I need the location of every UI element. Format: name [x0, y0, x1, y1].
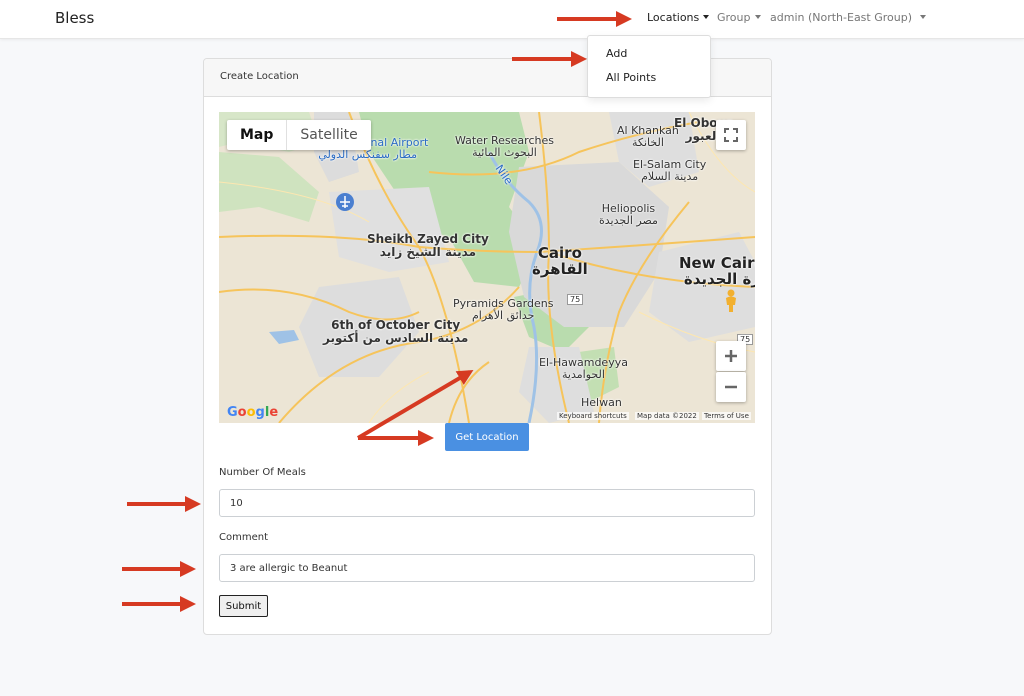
nav-locations[interactable]: Locations [647, 11, 710, 24]
map-type-control: Map Satellite [227, 120, 371, 150]
comment-input[interactable] [219, 554, 755, 582]
elsalam-label-ar: مدينة السلام [641, 170, 699, 183]
caret-down-icon [920, 15, 927, 19]
zoom-out-button[interactable] [716, 372, 746, 402]
sheikh-label-en: Sheikh Zayed City [367, 232, 489, 246]
map-footer: Keyboard shortcuts Map data ©2022 Terms … [219, 411, 755, 423]
water-label-ar: البحوث المائية [472, 146, 537, 159]
cairo-label-ar: القاهرة [532, 260, 588, 278]
sheikh-label-ar: مدينة الشيخ زايد [379, 245, 476, 259]
get-location-button[interactable]: Get Location [445, 423, 529, 451]
map-label-helwan: Helwan [581, 396, 622, 409]
terms-of-use-link[interactable]: Terms of Use [702, 412, 751, 420]
map-label-khankah: Al Khankah الخانكة [617, 125, 679, 149]
meals-label: Number Of Meals [219, 467, 306, 478]
nav-group[interactable]: Group [717, 11, 761, 24]
locations-dropdown-menu: Add All Points [587, 35, 711, 98]
fullscreen-button[interactable] [716, 120, 746, 150]
map-label-heliopolis: Heliopolis مصر الجديدة [599, 203, 658, 227]
map-label-cairo: Cairo القاهرة [532, 245, 588, 277]
map-label-hawamdeyya: El-Hawamdeyya الحوامدية [539, 357, 628, 381]
map-data-attribution: Map data ©2022 [635, 412, 699, 420]
zoom-in-button[interactable] [716, 341, 746, 371]
comment-label: Comment [219, 532, 268, 543]
submit-button[interactable]: Submit [219, 595, 268, 617]
dropdown-item-add[interactable]: Add [606, 47, 627, 60]
map-label-water: Water Researches البحوث المائية [455, 135, 554, 159]
pegman-icon[interactable] [723, 289, 739, 313]
dropdown-item-all-points[interactable]: All Points [606, 71, 656, 84]
brand-logo[interactable]: Bless [55, 9, 94, 27]
nav-locations-label: Locations [647, 11, 700, 24]
nav-user[interactable]: admin (North-East Group) [770, 11, 927, 24]
map-label-october: 6th of October City مدينة السادس من أكتوب… [323, 319, 468, 345]
highway-shield: 75 [567, 294, 584, 305]
map-label-elsalam: El-Salam City مدينة السلام [633, 159, 706, 183]
top-navbar: Bless Locations Group admin (North-East … [0, 0, 1024, 39]
heliopolis-label-ar: مصر الجديدة [599, 214, 658, 227]
caret-down-icon [703, 15, 710, 19]
plus-icon [725, 350, 737, 362]
october-label-ar: مدينة السادس من أكتوبر [323, 331, 469, 345]
nav-user-label: admin (North-East Group) [770, 11, 913, 24]
caret-down-icon [754, 15, 761, 19]
pyramids-label-ar: حدائق الأهرام [472, 309, 535, 322]
keyboard-shortcuts-link[interactable]: Keyboard shortcuts [557, 412, 629, 420]
map-type-map-button[interactable]: Map [227, 120, 288, 150]
hawamdeyya-label-ar: الحوامدية [562, 368, 605, 381]
october-label-en: 6th of October City [331, 318, 461, 332]
khankah-label-ar: الخانكة [631, 136, 664, 149]
map-label-new-cairo: New Cairo Cityالقاهرة الجديدة [679, 255, 755, 287]
map-label-sheikh-zayed: Sheikh Zayed City مدينة الشيخ زايد [367, 233, 489, 259]
card-title: Create Location [220, 71, 299, 82]
fullscreen-icon [724, 128, 738, 142]
google-map[interactable]: x International Airportمطار سفنكس الدولي… [219, 112, 755, 423]
new-cairo-label-ar: القاهرة الجديدة [683, 270, 755, 288]
nav-group-label: Group [717, 11, 751, 24]
minus-icon [725, 385, 737, 389]
map-type-satellite-button[interactable]: Satellite [287, 120, 370, 150]
meals-input[interactable] [219, 489, 755, 517]
